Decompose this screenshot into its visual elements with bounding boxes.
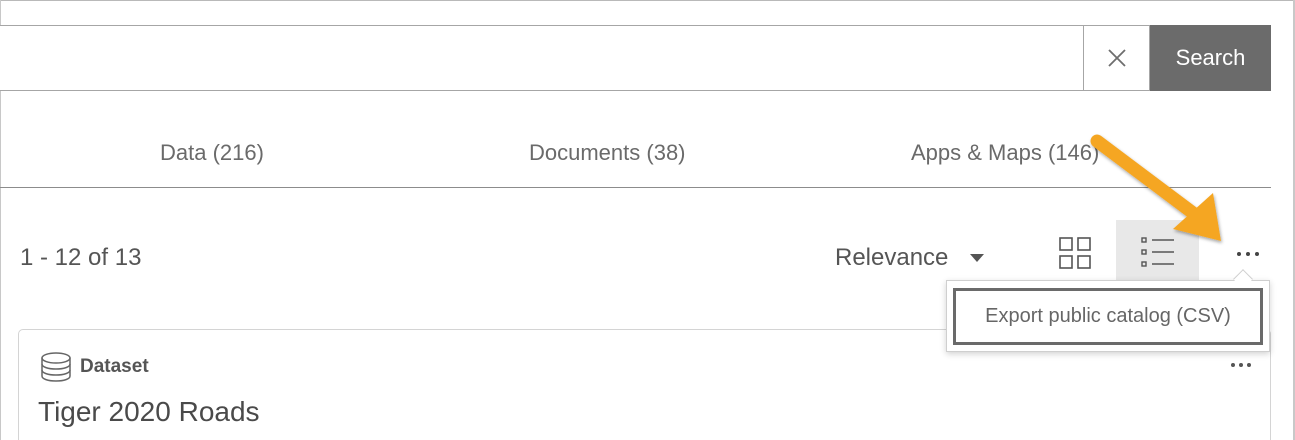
list-view-button[interactable]: [1116, 220, 1199, 284]
result-title[interactable]: Tiger 2020 Roads: [38, 396, 260, 428]
close-icon: [1107, 49, 1126, 67]
result-more-button[interactable]: [1226, 356, 1256, 374]
ellipsis-icon: [1231, 363, 1235, 367]
tab-documents[interactable]: Documents (38): [529, 140, 686, 166]
ellipsis-dot: [1255, 252, 1259, 256]
ellipsis-dot: [1239, 363, 1243, 367]
more-options-button[interactable]: [1228, 236, 1268, 272]
tab-data[interactable]: Data (216): [160, 140, 264, 166]
sort-dropdown[interactable]: Relevance: [835, 244, 985, 272]
search-input[interactable]: [0, 25, 1084, 91]
result-type: Dataset: [40, 352, 149, 382]
ellipsis-dot: [1246, 252, 1250, 256]
clear-search-button[interactable]: [1083, 25, 1150, 91]
database-icon: [41, 352, 71, 382]
ellipsis-dot: [1247, 363, 1251, 367]
grid-icon: [1059, 237, 1091, 269]
caret-down-icon: [970, 254, 985, 262]
ellipsis-icon: [1237, 252, 1241, 256]
result-type-label: Dataset: [80, 356, 149, 377]
search-button[interactable]: Search: [1150, 25, 1271, 91]
export-csv-menu-item[interactable]: Export public catalog (CSV): [953, 288, 1263, 345]
tab-apps-maps[interactable]: Apps & Maps (146): [911, 140, 1099, 166]
result-count: 1 - 12 of 13: [20, 244, 142, 271]
list-icon: [1140, 237, 1174, 267]
sort-label: Relevance: [835, 244, 949, 271]
top-border: [0, 0, 1295, 1]
category-tabs: Data (216) Documents (38) Apps & Maps (1…: [0, 120, 1271, 188]
grid-view-button[interactable]: [1046, 222, 1104, 284]
